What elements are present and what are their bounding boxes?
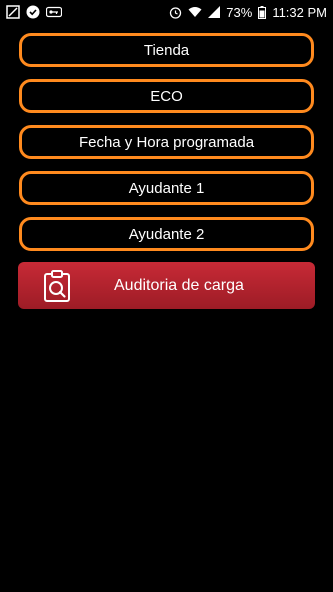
eco-field-label: ECO (150, 87, 183, 105)
status-bar: 73% 11:32 PM (0, 0, 333, 24)
fecha-hora-field[interactable]: Fecha y Hora programada (19, 125, 314, 159)
tienda-field[interactable]: Tienda (19, 33, 314, 67)
status-time: 11:32 PM (272, 4, 327, 20)
checkmark-badge-icon (26, 5, 40, 19)
fecha-hora-field-label: Fecha y Hora programada (78, 133, 255, 151)
status-bar-left (6, 5, 62, 19)
ayudante-2-field-label: Ayudante 2 (128, 225, 205, 243)
ayudante-1-field-label: Ayudante 1 (128, 179, 205, 197)
alarm-icon (169, 6, 182, 19)
signal-icon (208, 6, 221, 18)
wifi-icon (188, 6, 202, 18)
battery-icon (258, 5, 267, 19)
battery-percent: 73% (226, 4, 253, 20)
ayudante-1-field[interactable]: Ayudante 1 (19, 171, 314, 205)
screenshot-icon (6, 5, 20, 19)
clipboard-search-icon (40, 269, 74, 303)
auditoria-de-carga-label: Auditoria de carga (114, 276, 244, 294)
vpn-key-icon (46, 6, 62, 18)
auditoria-de-carga-button[interactable]: Auditoria de carga (18, 262, 315, 309)
eco-field[interactable]: ECO (19, 79, 314, 113)
status-bar-right: 73% 11:32 PM (169, 5, 327, 20)
tienda-field-label: Tienda (143, 41, 190, 59)
ayudante-2-field[interactable]: Ayudante 2 (19, 217, 314, 251)
